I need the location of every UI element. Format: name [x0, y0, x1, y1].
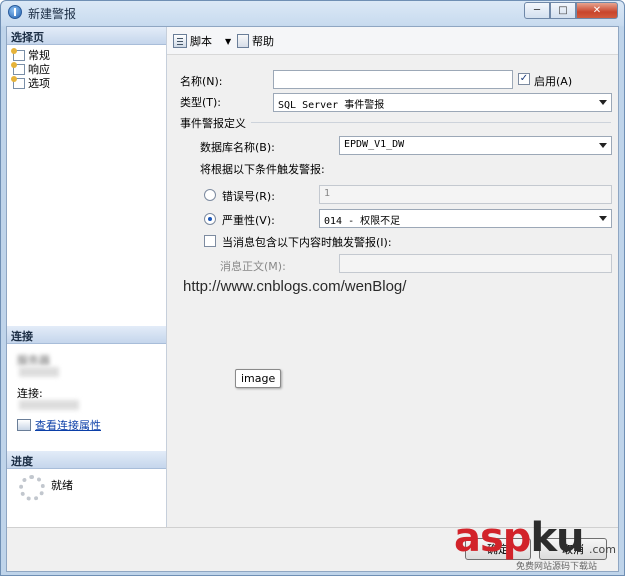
help-label: 帮助 — [252, 35, 274, 48]
trigger-condition-text: 将根据以下条件触发警报: — [200, 163, 325, 176]
severity-select[interactable]: 014 - 权限不足 — [319, 209, 612, 228]
title-bar[interactable]: 新建警报 ─ □ ✕ — [1, 1, 624, 23]
connection-header: 连接 — [7, 326, 166, 344]
sidebar-item-general[interactable]: 常规 — [11, 47, 50, 62]
message-contains-label: 当消息包含以下内容时触发警报(I): — [222, 236, 392, 249]
help-icon — [237, 34, 249, 48]
name-label: 名称(N): — [180, 75, 223, 88]
new-alert-window: 新建警报 ─ □ ✕ 选择页 常规 响应 选项 连接 服务器 连接: 查看连接属… — [0, 0, 625, 576]
view-connection-properties[interactable]: 查看连接属性 — [17, 417, 101, 433]
maximize-button[interactable]: □ — [550, 2, 576, 19]
error-number-label: 错误号(R): — [222, 190, 275, 203]
type-select-value: SQL Server 事件警报 — [278, 100, 385, 111]
progress-status: 就绪 — [51, 479, 73, 492]
properties-icon — [17, 419, 31, 431]
section-divider — [251, 122, 611, 123]
logo-tagline: 免费网站源码下载站 — [516, 562, 598, 572]
url-watermark: http://www.cnblogs.com/wenBlog/ — [183, 278, 407, 295]
connection-label: 连接: — [17, 387, 43, 400]
name-input[interactable] — [273, 70, 513, 89]
logo-brand-dark: ku — [530, 515, 584, 561]
error-number-input[interactable]: 1 — [319, 185, 612, 204]
right-pane: 脚本 ▼ 帮助 名称(N): ✓ 启用(A) 类型(T): SQL Server… — [167, 27, 618, 527]
error-number-radio[interactable] — [204, 189, 216, 201]
db-name-label: 数据库名称(B): — [200, 141, 275, 154]
window-title: 新建警报 — [28, 7, 77, 21]
progress-header: 进度 — [7, 451, 166, 469]
logo-brand-red: asp — [454, 515, 531, 561]
db-name-select[interactable]: EPDW_V1_DW — [339, 136, 612, 155]
sidebar-item-label: 选项 — [28, 77, 50, 90]
help-button[interactable]: 帮助 — [237, 33, 274, 49]
window-controls: ─ □ ✕ — [524, 2, 618, 19]
db-name-value: EPDW_V1_DW — [344, 139, 405, 150]
app-info-icon — [8, 5, 22, 19]
page-icon — [11, 75, 25, 89]
server-label: 服务器 — [17, 354, 50, 367]
chevron-down-icon — [599, 100, 607, 105]
message-text-input[interactable] — [339, 254, 612, 273]
script-button[interactable]: 脚本 ▼ — [173, 33, 231, 49]
view-connection-properties-link[interactable]: 查看连接属性 — [35, 417, 101, 433]
site-logo: aspku — [454, 515, 585, 561]
script-icon — [173, 34, 187, 48]
message-contains-checkbox[interactable] — [204, 235, 216, 247]
chevron-down-icon — [599, 216, 607, 221]
message-text-label: 消息正文(M): — [220, 260, 286, 273]
chevron-down-icon[interactable]: ▼ — [225, 37, 231, 46]
script-label: 脚本 — [190, 35, 212, 48]
toolbar: 脚本 ▼ 帮助 — [167, 27, 618, 55]
chevron-down-icon — [599, 143, 607, 148]
logo-domain: .com — [589, 543, 616, 556]
minimize-button[interactable]: ─ — [524, 2, 550, 19]
connection-value-redacted — [19, 400, 79, 410]
server-value-redacted — [19, 367, 59, 377]
close-button[interactable]: ✕ — [576, 2, 618, 19]
select-page-header: 选择页 — [7, 27, 166, 45]
severity-value: 014 - 权限不足 — [324, 216, 401, 227]
type-label: 类型(T): — [180, 96, 222, 109]
enable-checkbox[interactable]: ✓ — [518, 73, 530, 85]
sidebar-item-options[interactable]: 选项 — [11, 75, 50, 90]
dialog-client: 选择页 常规 响应 选项 连接 服务器 连接: 查看连接属性 进度 就绪 脚本 … — [6, 26, 619, 572]
section-title: 事件警报定义 — [180, 117, 246, 130]
left-pane: 选择页 常规 响应 选项 连接 服务器 连接: 查看连接属性 进度 就绪 — [7, 27, 167, 527]
progress-spinner-icon — [19, 475, 45, 501]
page-icon — [11, 47, 25, 61]
severity-label: 严重性(V): — [222, 214, 275, 227]
sidebar-item-response[interactable]: 响应 — [11, 61, 50, 76]
type-select[interactable]: SQL Server 事件警报 — [273, 93, 612, 112]
enable-label: 启用(A) — [534, 75, 573, 88]
severity-radio[interactable] — [204, 213, 216, 225]
page-icon — [11, 61, 25, 75]
image-tooltip: image — [235, 369, 282, 388]
